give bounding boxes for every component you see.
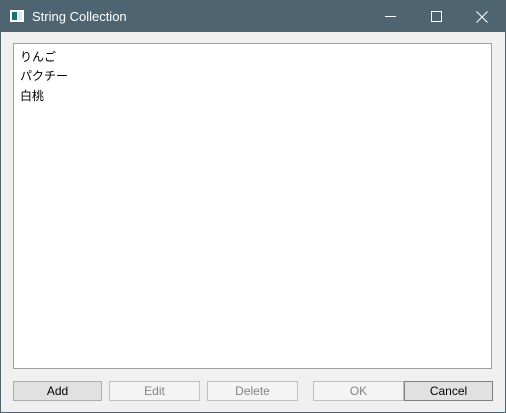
edit-button[interactable]: Edit [109, 381, 200, 401]
window-app-icon [10, 10, 24, 22]
list-item[interactable]: 白桃 [20, 88, 44, 104]
close-button[interactable] [459, 1, 505, 32]
maximize-icon [430, 11, 442, 22]
string-list[interactable]: りんご パクチー 白桃 [13, 43, 492, 369]
maximize-button[interactable] [413, 1, 459, 32]
minimize-icon [384, 16, 396, 17]
title-bar[interactable]: String Collection [1, 1, 505, 32]
string-collection-window: String Collection りんご パクチー 白桃 Add Edit D… [0, 0, 506, 413]
close-icon [476, 10, 488, 23]
ok-button[interactable]: OK [313, 381, 404, 401]
delete-button[interactable]: Delete [207, 381, 298, 401]
window-title: String Collection [32, 9, 127, 24]
minimize-button[interactable] [367, 1, 413, 32]
list-item[interactable]: パクチー [20, 68, 68, 84]
list-item[interactable]: りんご [20, 49, 56, 65]
cancel-button[interactable]: Cancel [404, 381, 493, 401]
add-button[interactable]: Add [13, 381, 102, 401]
